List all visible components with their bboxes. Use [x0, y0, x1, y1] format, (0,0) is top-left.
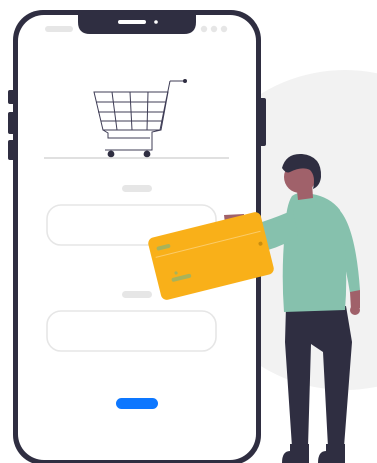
cart-handle-end	[183, 79, 187, 83]
notch-speaker	[118, 20, 146, 24]
cart-wheel	[107, 150, 115, 158]
person-wrist	[350, 290, 360, 310]
input-field-2[interactable]	[46, 310, 217, 352]
cart-wheel	[143, 150, 151, 158]
illustration-canvas	[8, 10, 377, 463]
status-dot	[200, 25, 208, 33]
status-bar-left-placeholder	[45, 26, 73, 32]
field-label-placeholder	[122, 291, 152, 298]
status-dot	[210, 25, 218, 33]
submit-button[interactable]	[116, 398, 158, 409]
person-shoe	[318, 444, 345, 463]
notch-camera	[154, 20, 158, 24]
person-shirt	[282, 192, 347, 312]
person-shoe	[282, 444, 309, 463]
field-label-placeholder	[122, 185, 152, 192]
checkout-illustration	[0, 0, 377, 463]
phone-notch	[78, 15, 196, 34]
status-dot	[220, 25, 228, 33]
